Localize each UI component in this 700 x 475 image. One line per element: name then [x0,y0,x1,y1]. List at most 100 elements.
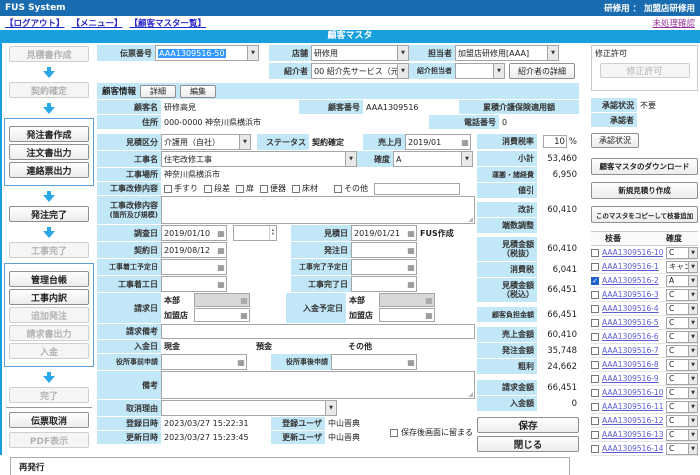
branch-probability-select[interactable]: C▼ [666,373,698,385]
order-date-input[interactable]: ▦ [351,242,417,258]
branch-probability-select[interactable]: C▼ [666,247,698,259]
approval-status-button[interactable]: 承認状況 [591,133,639,148]
branch-checkbox[interactable] [591,291,599,299]
branch-checkbox[interactable] [591,361,599,369]
start-date-input[interactable]: ▦ [161,276,227,292]
branch-probability-select[interactable]: C▼ [666,345,698,357]
slip-no-select[interactable]: AAA1309516-50 ▼ [155,45,259,61]
branch-probability-select[interactable]: C▼ [666,443,698,455]
branch-link[interactable]: AAA1309516-11 [602,402,663,411]
referrer-staff-select[interactable]: ▼ [455,63,505,79]
renovation-checkbox-step[interactable]: 段差 [204,183,230,194]
branch-link[interactable]: AAA1309516-10 [602,388,663,397]
survey-time-spinner[interactable]: ▴▾ [233,225,277,241]
branch-probability-select[interactable]: キャンセ▼ [666,261,698,273]
branch-link[interactable]: AAA1309516-1001 [602,248,663,257]
note-textarea[interactable] [161,371,475,399]
customer-master-download-button[interactable]: 顧客マスタのダウンロード [591,158,698,175]
construction-name-select[interactable]: 住宅改修工事 ▼ [161,151,357,167]
branch-link[interactable]: AAA1309516-6 [602,332,663,341]
unprocessed-link[interactable]: 未処理確認 [652,17,695,29]
branch-link[interactable]: AAA1309516-3 [602,290,663,299]
office-post-input[interactable]: ▦ [331,354,417,370]
branch-link[interactable]: AAA1309516-4 [602,304,663,313]
branch-link[interactable]: AAA1309516-13 [602,430,663,439]
order-complete-button[interactable]: 発注完了 [9,206,89,222]
renovation-checkbox-toilet[interactable]: 便器 [260,183,286,194]
branch-checkbox[interactable] [591,445,599,453]
end-planned-input[interactable]: ▦ [351,259,417,275]
renovation-checkbox-handrail[interactable]: 手すり [164,183,198,194]
menu-link[interactable]: 【メニュー】 [72,17,123,29]
estimate-date-input[interactable]: 2019/01/21 ▦ [351,225,417,241]
branch-link[interactable]: AAA1309516-5 [602,318,663,327]
branch-checkbox[interactable] [591,417,599,425]
branch-checkbox[interactable] [591,277,599,285]
branch-checkbox[interactable] [591,375,599,383]
branch-probability-select[interactable]: C▼ [666,387,698,399]
branch-checkbox[interactable] [591,249,599,257]
branch-link[interactable]: AAA1309516-7 [602,346,663,355]
referrer-detail-button[interactable]: 紹介者の詳細 [509,63,575,79]
probability-select[interactable]: A ▼ [393,151,473,167]
survey-date-input[interactable]: 2019/01/10 ▦ [161,225,227,241]
customer-edit-button[interactable]: 編集 [180,85,216,98]
contact-sheet-output-button[interactable]: 連絡票出力 [9,162,89,178]
branch-link[interactable]: AAA1309516-9 [602,374,663,383]
branch-checkbox[interactable] [591,347,599,355]
renovation-checkbox-floor[interactable]: 床材 [292,183,318,194]
branch-probability-select[interactable]: C▼ [666,317,698,329]
customer-master-list-link[interactable]: 【顧客マスター覧】 [130,17,207,29]
logout-link[interactable]: 【ログアウト】 [5,17,65,29]
close-button[interactable]: 閉じる [477,436,579,452]
branch-probability-select[interactable]: C▼ [666,401,698,413]
renovation-checkbox-other[interactable]: その他 [334,183,368,194]
branch-checkbox[interactable] [591,333,599,341]
slip-cancel-button[interactable]: 伝票取消 [9,412,89,428]
branch-checkbox[interactable] [591,431,599,439]
estimate-type-select[interactable]: 介護用（自社） ▼ [161,134,251,150]
branch-checkbox[interactable] [591,403,599,411]
billing-franchise-input[interactable]: ▦ [194,308,250,322]
branch-probability-select[interactable]: C▼ [666,331,698,343]
copy-master-button[interactable]: このマスタをコピーして枝番追加 [591,206,698,223]
save-button[interactable]: 保存 [477,417,579,433]
cancel-reason-select[interactable]: ▼ [161,400,337,416]
branch-checkbox[interactable] [591,305,599,313]
branch-link[interactable]: AAA1309516-1 [602,262,663,271]
branch-link[interactable]: AAA1309516-8 [602,360,663,369]
branch-link[interactable]: AAA1309516-2 [602,276,663,285]
purchase-order-create-button[interactable]: 発注書作成 [9,126,89,142]
referrer-select[interactable]: 00 紹介先サービス（元 ▼ [311,63,409,79]
stay-on-screen-checkbox[interactable]: 保存後画面に留まる [390,427,473,438]
start-planned-input[interactable]: ▦ [161,259,227,275]
renovation-checkbox-door[interactable]: 扉 [236,183,254,194]
branch-probability-select[interactable]: C▼ [666,359,698,371]
billing-note-input[interactable] [161,324,475,339]
staff-select[interactable]: 加盟店研修用[AAA] ▼ [455,45,559,61]
store-select[interactable]: 研修用 ▼ [311,45,409,61]
branch-checkbox[interactable] [591,389,599,397]
branch-probability-select[interactable]: C▼ [666,429,698,441]
sales-month-input[interactable]: 2019/01 ▦ [405,134,471,150]
construction-detail-button[interactable]: 工事内訳 [9,289,89,305]
new-estimate-button[interactable]: 新規見積り作成 [591,182,698,199]
branch-link[interactable]: AAA1309516-14 [602,444,663,453]
deposit-franchise-input[interactable]: ▦ [379,308,435,322]
branch-checkbox[interactable] [591,263,599,271]
tax-rate-input[interactable]: 10 [543,135,567,148]
branch-link[interactable]: AAA1309516-12 [602,416,663,425]
branch-checkbox[interactable] [591,319,599,327]
renovation-detail-textarea[interactable] [161,196,475,224]
office-pre-input[interactable]: ▦ [161,354,247,370]
contract-date-input[interactable]: 2019/08/12 ▦ [161,242,227,258]
customer-detail-button[interactable]: 詳細 [140,85,176,98]
order-sheet-output-button[interactable]: 注文書出力 [9,144,89,160]
branch-probability-select[interactable]: A▼ [666,275,698,287]
end-date-input[interactable]: ▦ [351,276,417,292]
branch-probability-select[interactable]: C▼ [666,415,698,427]
renovation-other-input[interactable] [374,183,460,195]
ledger-button[interactable]: 管理台帳 [9,271,89,287]
branch-probability-select[interactable]: C▼ [666,289,698,301]
branch-probability-select[interactable]: C▼ [666,303,698,315]
